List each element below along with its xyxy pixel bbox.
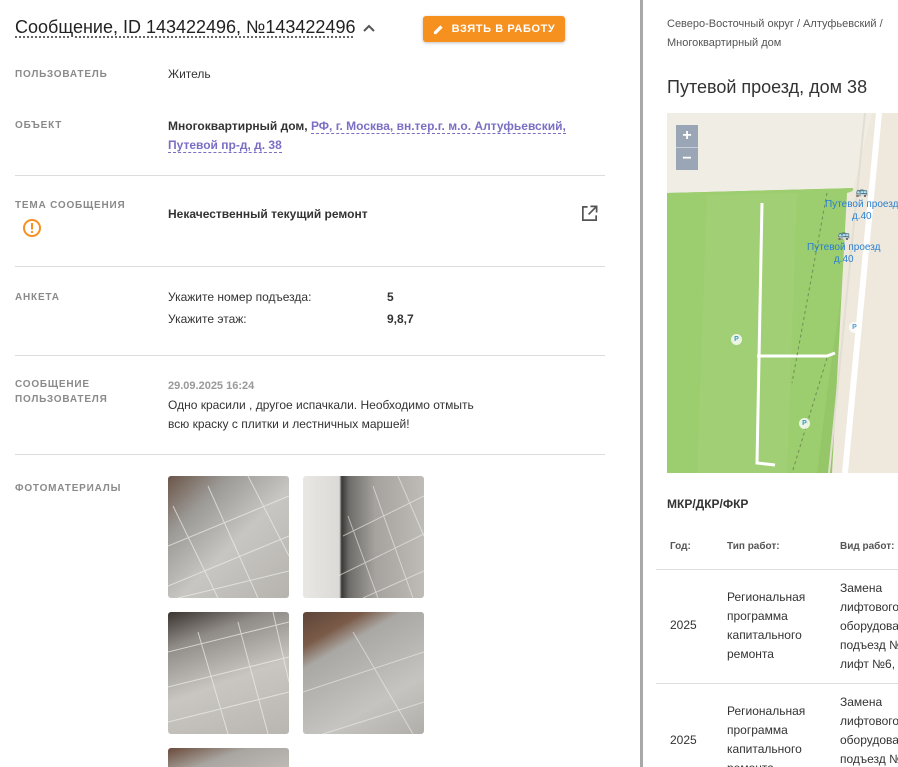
parking-icon: P	[849, 322, 860, 333]
photo-thumbnail[interactable]	[168, 612, 289, 734]
user-label: ПОЛЬЗОВАТЕЛЬ	[15, 69, 108, 80]
parking-icon: P	[731, 334, 742, 345]
open-external-icon[interactable]	[580, 204, 599, 223]
survey-question-2: Укажите этаж:	[168, 312, 247, 326]
message-text-line1: Одно красили , другое испачкали. Необход…	[168, 398, 474, 412]
photo-thumbnail[interactable]	[168, 748, 289, 767]
survey-question-1: Укажите номер подъезда:	[168, 290, 312, 304]
table-header-type: Тип работ:	[727, 541, 780, 552]
panel-splitter[interactable]	[640, 0, 643, 767]
table-header-year: Год:	[670, 541, 691, 552]
table-row-divider	[656, 569, 898, 570]
chevron-up-icon[interactable]	[361, 20, 377, 36]
zoom-in-button[interactable]: +	[676, 125, 698, 148]
table-header-kind: Вид работ:	[840, 541, 895, 552]
row-kind: Замена лифтового оборудова подъезд № лиф…	[840, 695, 898, 766]
message-body: 29.09.2025 16:24 Одно красили , другое и…	[168, 376, 474, 434]
survey-label: АНКЕТА	[15, 292, 60, 303]
object-info-panel: Северо-Восточный округ / Алтуфьевский / …	[646, 0, 898, 767]
row-type: Региональная программа капитального ремо…	[727, 590, 806, 661]
program-title: МКР/ДКР/ФКР	[667, 497, 749, 511]
photos-label: ФОТОМАТЕРИАЛЫ	[15, 483, 122, 494]
divider	[15, 175, 605, 176]
row-type: Региональная программа капитального ремо…	[727, 704, 806, 767]
photo-thumbnail[interactable]	[168, 476, 289, 598]
breadcrumb: Северо-Восточный округ / Алтуфьевский / …	[667, 15, 898, 53]
message-text-line2: всю краску с плитки и лестничных маршей!	[168, 417, 410, 431]
survey-answer-1: 5	[387, 290, 394, 304]
pencil-icon	[433, 24, 443, 34]
object-address-link[interactable]: РФ, г. Москва, вн.тер.г. м.о. Алтуфьевск…	[310, 119, 566, 134]
breadcrumb-line1[interactable]: Северо-Восточный округ / Алтуфьевский /	[667, 18, 883, 30]
bus-icon: 🚌	[837, 230, 850, 241]
zoom-out-button[interactable]: −	[676, 148, 698, 170]
photo-thumbnail[interactable]	[303, 612, 424, 734]
divider	[15, 454, 605, 455]
topic-value: Некачественный текущий ремонт	[168, 207, 368, 221]
row-year: 2025	[670, 733, 697, 747]
row-kind: Замена лифтового оборудова подъезд № лиф…	[840, 581, 898, 671]
message-panel: Сообщение, ID 143422496, №143422496 ВЗЯТ…	[0, 0, 640, 767]
bus-icon: 🚌	[855, 187, 868, 198]
message-header: Сообщение, ID 143422496, №143422496	[15, 17, 377, 38]
object-label: ОБЪЕКТ	[15, 120, 63, 131]
parking-icon: P	[799, 418, 810, 429]
object-type: Многоквартирный дом,	[168, 119, 308, 133]
table-row-divider	[656, 683, 898, 684]
warning-icon	[23, 219, 41, 237]
take-to-work-label: ВЗЯТЬ В РАБОТУ	[451, 23, 556, 35]
object-address-title: Путевой проезд, дом 38	[667, 77, 868, 97]
divider	[15, 355, 605, 356]
object-value: Многоквартирный дом, РФ, г. Москва, вн.т…	[168, 117, 566, 155]
survey-answer-2: 9,8,7	[387, 312, 414, 326]
user-value: Житель	[168, 67, 211, 81]
bus-stop-marker[interactable]: 🚌 Путевой проезд д.40	[807, 230, 880, 266]
object-map[interactable]: + − 🚌 Путевой проезд д.40 🚌 Путевой проез…	[667, 113, 898, 473]
topic-label: ТЕМА СООБЩЕНИЯ	[15, 200, 126, 211]
message-title[interactable]: Сообщение, ID 143422496, №143422496	[15, 17, 355, 38]
photo-thumbnail[interactable]	[303, 476, 424, 598]
bus-stop-marker[interactable]: 🚌 Путевой проезд д.40	[825, 187, 898, 223]
divider	[15, 266, 605, 267]
row-year: 2025	[670, 618, 697, 632]
breadcrumb-line2[interactable]: Многоквартирный дом	[667, 37, 781, 49]
take-to-work-button[interactable]: ВЗЯТЬ В РАБОТУ	[423, 16, 565, 42]
message-label: СООБЩЕНИЕ ПОЛЬЗОВАТЕЛЯ	[15, 379, 108, 405]
object-address-link-line2[interactable]: Путевой пр-д, д. 38	[168, 138, 282, 153]
message-date: 29.09.2025 16:24	[168, 380, 255, 392]
